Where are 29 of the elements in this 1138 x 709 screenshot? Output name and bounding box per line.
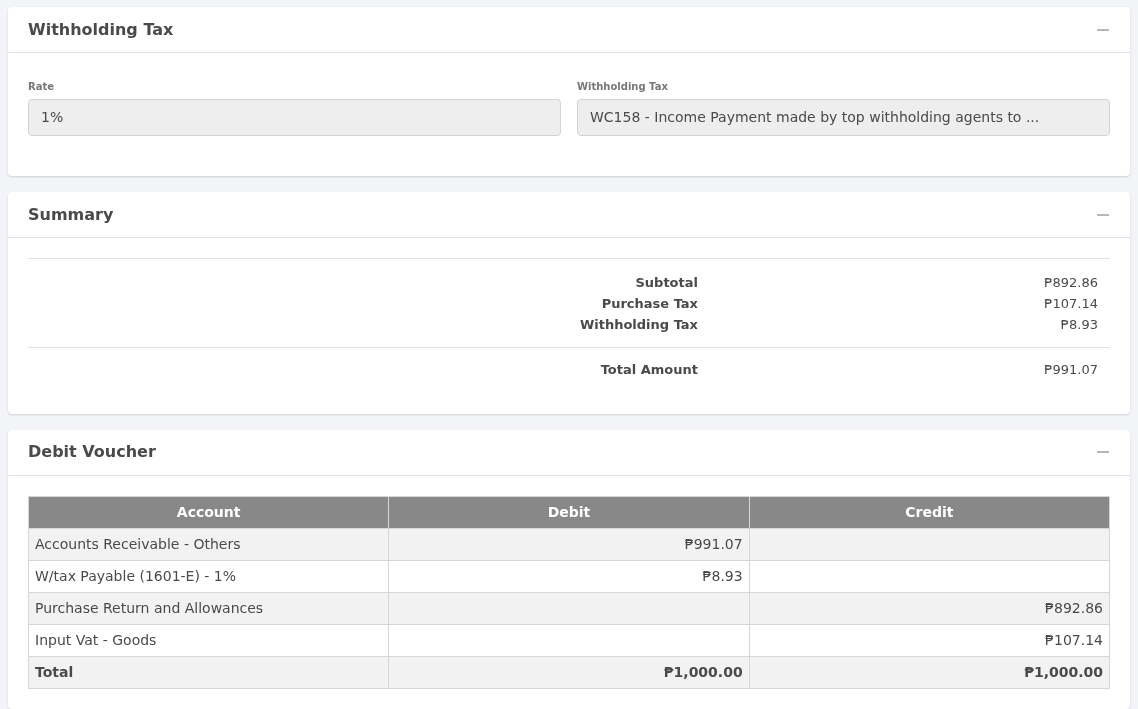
- readonly-field[interactable]: 1%: [28, 99, 561, 136]
- summary-value: ₱892.86: [1043, 273, 1098, 292]
- account-cell: Input Vat - Goods: [28, 624, 389, 656]
- account-cell: Purchase Return and Allowances: [28, 592, 389, 624]
- column-header: Debit: [388, 496, 750, 528]
- debit-cell: ₱991.07: [388, 528, 750, 560]
- summary-value: ₱107.14: [1043, 294, 1098, 313]
- summary-label: Withholding Tax: [578, 315, 698, 334]
- total-credit-cell: ₱1,000.00: [749, 656, 1110, 688]
- summary-label: Purchase Tax: [600, 294, 698, 313]
- panel-title: Debit Voucher: [28, 441, 156, 463]
- debit-cell: ₱8.93: [388, 560, 750, 592]
- field-label: Withholding Tax: [577, 80, 669, 94]
- panel-title: Summary: [28, 203, 114, 226]
- column-header: Account: [28, 496, 389, 528]
- field-label: Rate: [28, 80, 55, 94]
- account-cell: W/tax Payable (1601-E) - 1%: [28, 560, 389, 592]
- column-header: Credit: [749, 496, 1110, 528]
- account-cell: Accounts Receivable - Others: [28, 528, 389, 560]
- credit-cell: ₱107.14: [749, 624, 1110, 656]
- panel-title: Withholding Tax: [28, 18, 174, 41]
- total-value: ₱991.07: [1043, 361, 1098, 379]
- summary-value: ₱8.93: [1059, 315, 1098, 334]
- total-debit-cell: ₱1,000.00: [388, 656, 750, 688]
- readonly-field[interactable]: WC158 - Income Payment made by top withholding agents to ...: [577, 99, 1110, 136]
- credit-cell: ₱892.86: [749, 592, 1110, 624]
- total-label: Total Amount: [599, 361, 698, 379]
- total-cell: Total: [28, 656, 389, 688]
- summary-label: Subtotal: [634, 273, 698, 292]
